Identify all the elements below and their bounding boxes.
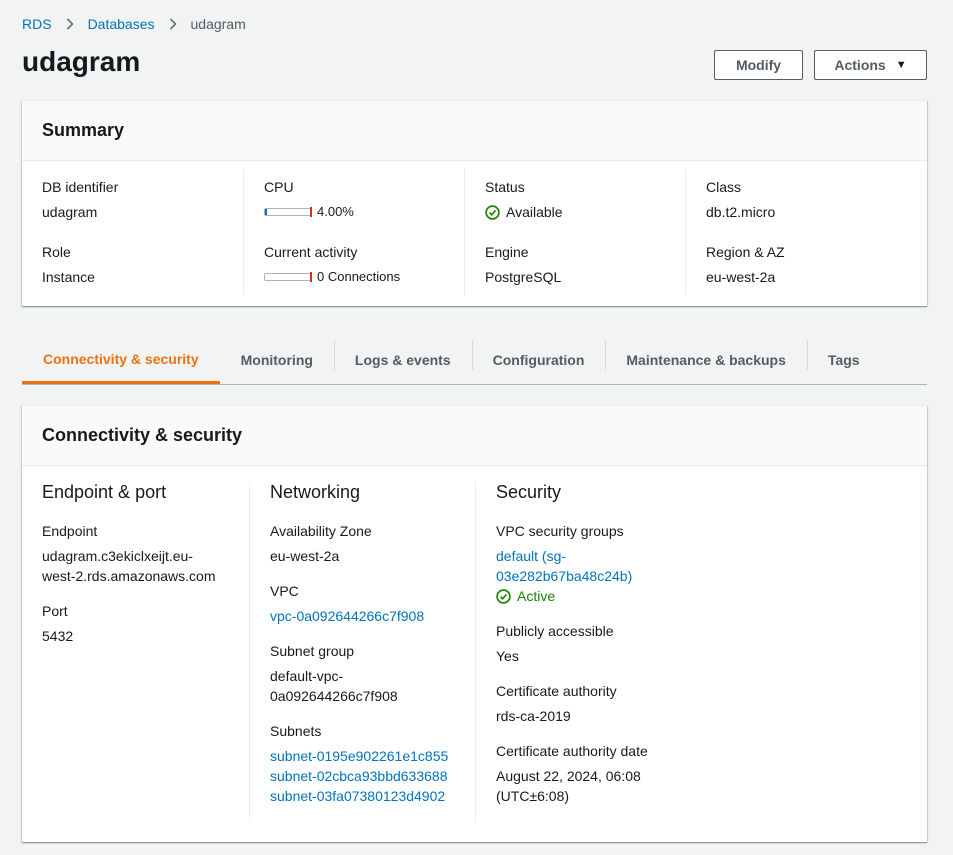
endpoint-value-line2: west-2.rds.amazonaws.com — [42, 568, 216, 584]
port-label: Port — [42, 603, 68, 619]
endpoint-label: Endpoint — [42, 523, 98, 539]
engine-value: PostgreSQL — [485, 269, 562, 285]
tab-logs-events[interactable]: Logs & events — [333, 336, 472, 384]
breadcrumb: RDS Databases udagram — [22, 16, 246, 32]
current-activity-label: Current activity — [264, 244, 358, 260]
check-circle-icon — [496, 588, 511, 604]
role-value: Instance — [42, 269, 95, 285]
subnet-link[interactable]: subnet-03fa07380123d4902 — [270, 786, 476, 806]
role-label: Role — [42, 244, 71, 260]
publicly-accessible-label: Publicly accessible — [496, 623, 614, 639]
detail-tabs: Connectivity & security Monitoring Logs … — [22, 336, 927, 385]
activity-meter — [264, 272, 312, 282]
caret-down-icon: ▼ — [895, 59, 907, 71]
connectivity-title: Connectivity & security — [42, 425, 243, 445]
summary-column-class: Class db.t2.micro Region & AZ eu-west-2a — [685, 169, 907, 295]
chevron-right-icon — [66, 18, 74, 30]
chevron-right-icon — [169, 18, 177, 30]
security-group-link[interactable]: default (sg- 03e282b67ba48c24b) — [496, 546, 928, 586]
region-value: eu-west-2a — [706, 269, 776, 285]
subnet-link[interactable]: subnet-0195e902261e1c855 — [270, 746, 476, 766]
status-label: Status — [485, 179, 525, 195]
tab-connectivity-security[interactable]: Connectivity & security — [22, 336, 220, 384]
vpc-security-groups-label: VPC security groups — [496, 523, 624, 539]
actions-button-label: Actions — [834, 57, 886, 73]
availability-zone-label: Availability Zone — [270, 523, 372, 539]
subnet-group-value-line2: 0a092644266c7f908 — [270, 688, 398, 704]
security-column: Security VPC security groups default (sg… — [475, 482, 928, 822]
current-activity-value: 0 Connections — [317, 269, 401, 284]
subnet-group-value-line1: default-vpc- — [270, 668, 344, 684]
modify-button[interactable]: Modify — [714, 50, 803, 80]
subnet-group-label: Subnet group — [270, 643, 355, 659]
networking-column: Networking Availability Zone eu-west-2a … — [249, 482, 476, 822]
db-identifier-value: udagram — [42, 204, 98, 220]
endpoint-value-line1: udagram.c3ekiclxeijt.eu- — [42, 548, 193, 564]
cpu-meter-fill — [265, 209, 267, 215]
status-badge: Available — [485, 202, 563, 222]
cpu-label: CPU — [264, 179, 294, 195]
summary-header: Summary — [22, 101, 927, 161]
networking-title: Networking — [270, 482, 361, 502]
certificate-authority-date-line2: (UTC±6:08) — [496, 788, 570, 804]
page-title: udagram — [22, 46, 141, 77]
security-group-link-line2: 03e282b67ba48c24b) — [496, 568, 633, 584]
actions-button[interactable]: Actions ▼ — [814, 50, 927, 80]
summary-column-status: Status Available Engine PostgreSQL — [464, 169, 686, 295]
status-value: Available — [506, 204, 563, 220]
class-value: db.t2.micro — [706, 204, 776, 220]
breadcrumb-databases[interactable]: Databases — [88, 16, 155, 32]
publicly-accessible-value: Yes — [496, 648, 519, 664]
port-value: 5432 — [42, 628, 74, 644]
tab-monitoring[interactable]: Monitoring — [220, 336, 334, 384]
availability-zone-value: eu-west-2a — [270, 548, 340, 564]
security-group-status-value: Active — [517, 588, 556, 604]
db-identifier-label: DB identifier — [42, 179, 119, 195]
activity-meter-threshold — [310, 272, 312, 282]
certificate-authority-date-value: August 22, 2024, 06:08 (UTC±6:08) — [496, 766, 928, 806]
tab-tags[interactable]: Tags — [806, 336, 881, 384]
breadcrumb-rds[interactable]: RDS — [22, 16, 52, 32]
class-label: Class — [706, 179, 742, 195]
check-circle-icon — [485, 204, 500, 220]
endpoint-value: udagram.c3ekiclxeijt.eu- west-2.rds.amaz… — [42, 546, 249, 586]
region-label: Region & AZ — [706, 244, 785, 260]
vpc-link[interactable]: vpc-0a092644266c7f908 — [270, 606, 476, 626]
engine-label: Engine — [485, 244, 529, 260]
vpc-label: VPC — [270, 583, 299, 599]
subnets-label: Subnets — [270, 723, 322, 739]
certificate-authority-value: rds-ca-2019 — [496, 708, 571, 724]
cpu-value: 4.00% — [317, 204, 354, 219]
summary-panel: Summary DB identifier udagram Role Insta… — [22, 100, 927, 306]
summary-column-identifier: DB identifier udagram Role Instance — [22, 169, 243, 295]
security-title: Security — [496, 482, 562, 502]
connectivity-header: Connectivity & security — [22, 406, 927, 466]
security-group-status: Active — [496, 586, 928, 606]
cpu-meter-threshold — [310, 207, 312, 217]
summary-title: Summary — [42, 120, 125, 140]
certificate-authority-date-line1: August 22, 2024, 06:08 — [496, 768, 641, 784]
tab-maintenance-backups[interactable]: Maintenance & backups — [605, 336, 807, 384]
subnet-link[interactable]: subnet-02cbca93bbd633688 — [270, 766, 476, 786]
breadcrumb-current: udagram — [190, 16, 246, 32]
summary-column-cpu: CPU 4.00% Current activity 0 Connections — [243, 169, 465, 295]
tab-configuration[interactable]: Configuration — [471, 336, 606, 384]
subnet-group-value: default-vpc- 0a092644266c7f908 — [270, 666, 476, 706]
certificate-authority-date-label: Certificate authority date — [496, 743, 648, 759]
security-group-link-line1: default (sg- — [496, 548, 567, 564]
endpoint-port-column: Endpoint & port Endpoint udagram.c3ekicl… — [22, 482, 249, 822]
cpu-meter — [264, 207, 312, 217]
certificate-authority-label: Certificate authority — [496, 683, 617, 699]
connectivity-security-panel: Connectivity & security Endpoint & port … — [22, 405, 927, 842]
endpoint-port-title: Endpoint & port — [42, 482, 167, 502]
